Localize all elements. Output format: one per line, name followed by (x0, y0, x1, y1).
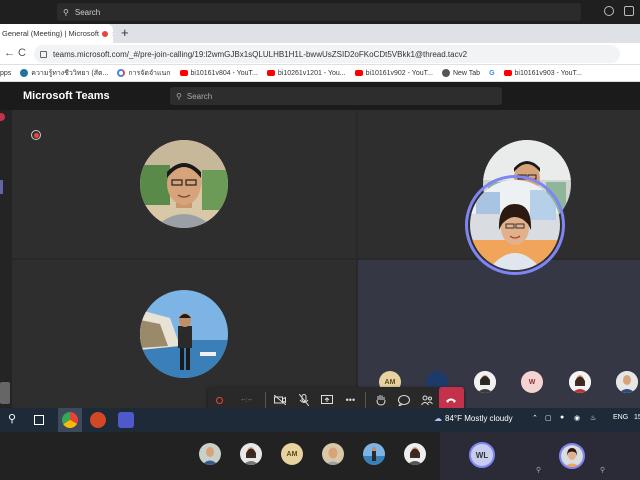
chat-icon (397, 394, 410, 406)
participant-thumb-2[interactable] (474, 371, 496, 393)
wordpress-icon (20, 69, 29, 77)
hand-icon (376, 395, 386, 406)
notification-badge (0, 113, 5, 121)
bookmark-youtube-1[interactable]: bi10161v804 - YouT... (179, 70, 258, 77)
bottom-active-speaker[interactable] (559, 443, 585, 469)
search-icon: ⚲ (176, 91, 182, 101)
muted-mic-icon: ⚲ (536, 467, 542, 474)
rail-item-active[interactable] (0, 180, 3, 194)
hangup-icon (446, 398, 457, 403)
reload-button[interactable]: C (18, 47, 26, 59)
secondary-participant-strip (0, 432, 640, 480)
new-tab-button[interactable]: + (121, 25, 129, 40)
bookmark-google[interactable]: G (489, 70, 494, 77)
google-icon (117, 69, 126, 77)
camera-off-icon (274, 395, 287, 405)
participant-thumb-3[interactable] (569, 371, 591, 393)
address-bar[interactable]: teams.microsoft.com/_#/pre-join-calling/… (34, 45, 620, 63)
recording-indicator-icon (31, 130, 41, 140)
bottom-participant-wl[interactable]: WL (469, 442, 495, 468)
bottom-participant-am[interactable]: AM (281, 443, 303, 465)
participant-thumb-4[interactable] (616, 371, 638, 393)
app-title: Microsoft Teams (23, 90, 110, 102)
recording-icon (101, 30, 108, 37)
people-icon (421, 395, 434, 405)
windows-taskbar: ⚲ ☁ 84°F Mostly cloudy ⌃ ▢ ● ◉ ♨ ENG 15 (0, 408, 640, 432)
teams-left-rail (0, 110, 12, 408)
window-icon[interactable] (624, 6, 634, 16)
bookmark-apps[interactable]: pps (0, 70, 11, 77)
teams-search-input[interactable]: ⚲ Search (170, 87, 502, 105)
teams-search-placeholder: Search (186, 91, 213, 101)
share-icon (321, 395, 334, 404)
youtube-icon (354, 70, 363, 76)
os-search-bar[interactable]: ⚲ Search (57, 3, 581, 21)
chrome-icon[interactable] (62, 412, 78, 428)
bookmark-youtube-2[interactable]: bi10261v1201 - You... (266, 70, 346, 77)
bottom-participant-3[interactable] (322, 443, 344, 465)
bookmark-youtube-3[interactable]: bi10161v902 - YouT... (354, 70, 433, 77)
bottom-participant-5[interactable] (404, 443, 426, 465)
tab-close-button[interactable]: × (112, 29, 113, 39)
controls-divider (264, 392, 266, 408)
lock-icon (40, 50, 47, 58)
tab-title: General (Meeting) | Microsoft (2, 29, 99, 38)
powerpoint-icon[interactable] (90, 412, 106, 428)
bookmark-new-tab[interactable]: New Tab (441, 69, 480, 77)
bottom-participant-4[interactable] (363, 443, 385, 465)
tray-mic-icon[interactable]: ● (560, 414, 564, 421)
tray-wifi-icon[interactable]: ◉ (574, 414, 580, 422)
bookmark-classification[interactable]: การจัดจำแนก (117, 68, 171, 79)
browser-tab-bar: General (Meeting) | Microsoft × + (0, 24, 640, 43)
bottom-participant-2[interactable] (240, 443, 262, 465)
os-search-placeholder: Search (74, 7, 101, 17)
teams-icon[interactable] (118, 412, 134, 428)
url-text: teams.microsoft.com/_#/pre-join-calling/… (53, 49, 468, 59)
mic-off-icon (298, 394, 309, 406)
search-icon: ⚲ (63, 7, 69, 17)
participant-initials-w[interactable]: W (521, 371, 543, 393)
participant-avatar-1 (140, 140, 228, 228)
bottom-participant-1[interactable] (199, 443, 221, 465)
controls-divider-2 (365, 392, 366, 408)
rail-item-bottom[interactable] (0, 382, 10, 404)
muted-mic-icon-2: ⚲ (600, 467, 606, 474)
youtube-icon (503, 70, 512, 76)
os-top-bar: ⚲ Search (0, 0, 640, 24)
search-icon[interactable]: ⚲ (8, 412, 24, 428)
more-icon: ••• (345, 395, 356, 405)
youtube-icon (179, 70, 188, 76)
extension-icon[interactable] (604, 6, 614, 16)
bookmark-youtube-4[interactable]: bi10161v903 - YouT... (503, 70, 582, 77)
clock-partial: 15 (634, 414, 640, 421)
weather-text: 84°F Mostly cloudy (445, 414, 513, 423)
task-view-icon[interactable] (34, 415, 44, 425)
teams-header: Microsoft Teams ⚲ Search (0, 82, 640, 110)
bookmark-biology[interactable]: ความรู้ทางชีววิทยา (สัต... (20, 68, 108, 79)
browser-tab-teams[interactable]: General (Meeting) | Microsoft × (0, 24, 113, 43)
participant-avatar-4 (470, 180, 560, 270)
participant-avatar-3 (140, 290, 228, 378)
bookmarks-bar: pps ความรู้ทางชีววิทยา (สัต... การจัดจำแ… (0, 65, 640, 82)
language-indicator[interactable]: ENG (613, 414, 628, 421)
youtube-icon (266, 70, 275, 76)
tray-volume-icon[interactable]: ♨ (590, 414, 596, 422)
back-button[interactable]: ← (4, 47, 15, 59)
browser-address-row: ← C teams.microsoft.com/_#/pre-join-call… (0, 43, 640, 65)
weather-widget[interactable]: ☁ 84°F Mostly cloudy (434, 414, 513, 423)
globe-icon (441, 69, 450, 77)
tray-network-icon[interactable]: ▢ (545, 414, 552, 422)
tray-chevron-icon[interactable]: ⌃ (532, 414, 538, 422)
cloud-icon: ☁ (434, 414, 442, 423)
